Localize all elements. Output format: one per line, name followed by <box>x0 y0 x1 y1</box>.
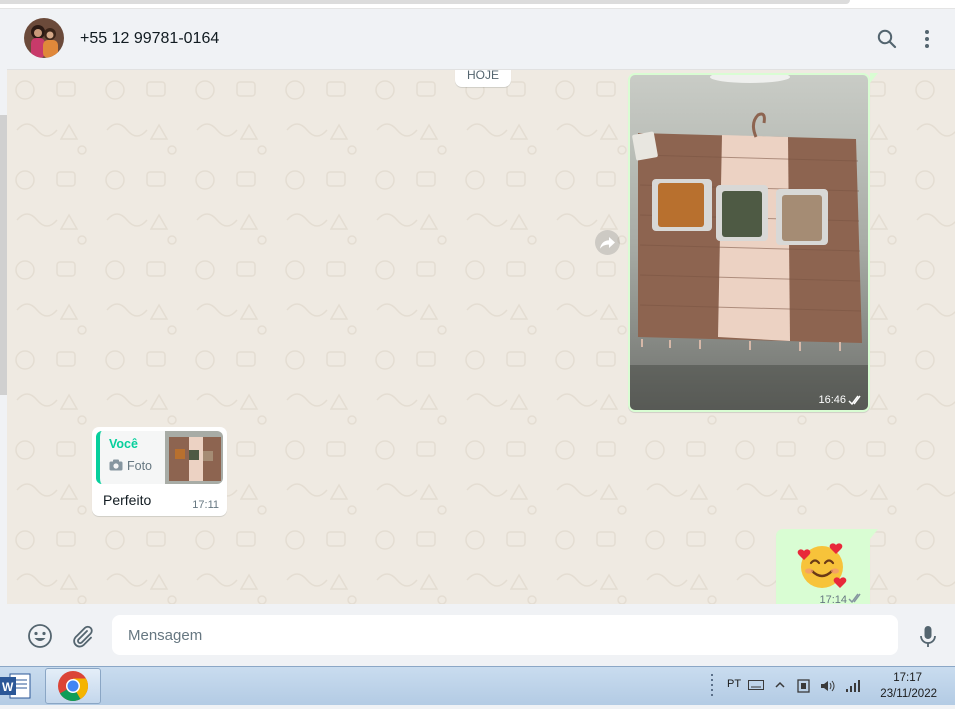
contact-avatar[interactable] <box>24 18 64 58</box>
chat-header: +55 12 99781-0164 <box>7 9 955 70</box>
contact-name[interactable]: +55 12 99781-0164 <box>80 30 219 48</box>
network-signal-icon[interactable] <box>845 679 861 693</box>
microphone-icon[interactable] <box>915 623 941 649</box>
message-photo[interactable] <box>630 75 868 410</box>
bubble-tail <box>870 73 878 83</box>
clock-time[interactable]: 17:17 <box>893 672 922 684</box>
volume-icon[interactable] <box>820 679 836 693</box>
power-icon[interactable] <box>796 679 812 693</box>
outgoing-image-message[interactable]: 16:46 <box>628 73 878 412</box>
outgoing-emoji-message[interactable]: 17:14 <box>776 529 878 604</box>
language-indicator[interactable]: PT <box>727 678 741 690</box>
message-time: 16:46 <box>818 394 846 406</box>
windows-taskbar: W PT 17:17 23/11/2022 <box>0 666 955 705</box>
chrome-icon[interactable] <box>45 668 101 704</box>
message-text: Perfeito <box>103 492 152 508</box>
quoted-author: Você <box>109 437 138 451</box>
taskbar-grip <box>711 674 713 696</box>
forward-button[interactable] <box>595 230 620 255</box>
browser-top-strip <box>0 0 955 9</box>
clock-date[interactable]: 23/11/2022 <box>880 688 937 700</box>
browser-scroll-strip <box>0 0 850 4</box>
double-check-icon <box>848 395 861 406</box>
message-input[interactable] <box>112 615 898 655</box>
incoming-message[interactable]: Você Foto Perfeito 17:11 <box>92 427 227 516</box>
keyboard-icon[interactable] <box>748 679 764 691</box>
quoted-type-label: Foto <box>127 459 153 473</box>
quoted-message[interactable]: Você Foto <box>96 431 223 484</box>
chat-pane[interactable]: HOJE 16:46 Você Foto Perfeito 17:11 17:1… <box>7 70 955 604</box>
message-time: 17:11 <box>192 499 219 511</box>
bubble-tail <box>870 529 878 539</box>
kebab-menu-icon[interactable] <box>915 27 939 51</box>
search-icon[interactable] <box>875 27 899 51</box>
word-icon[interactable]: W <box>0 668 36 704</box>
smiling-face-with-hearts-icon <box>797 543 847 588</box>
paperclip-icon[interactable] <box>69 623 95 649</box>
emoji-icon[interactable] <box>27 623 53 649</box>
camera-icon <box>109 459 123 471</box>
date-separator: HOJE <box>455 70 512 87</box>
double-check-icon <box>848 593 861 604</box>
left-panel-edge <box>0 115 7 395</box>
svg-text:W: W <box>2 680 14 694</box>
message-time: 17:14 <box>819 594 847 604</box>
show-hidden-icons-icon[interactable] <box>775 679 785 691</box>
message-composer <box>7 604 955 666</box>
quoted-thumbnail <box>165 431 223 484</box>
forward-icon <box>600 237 615 249</box>
